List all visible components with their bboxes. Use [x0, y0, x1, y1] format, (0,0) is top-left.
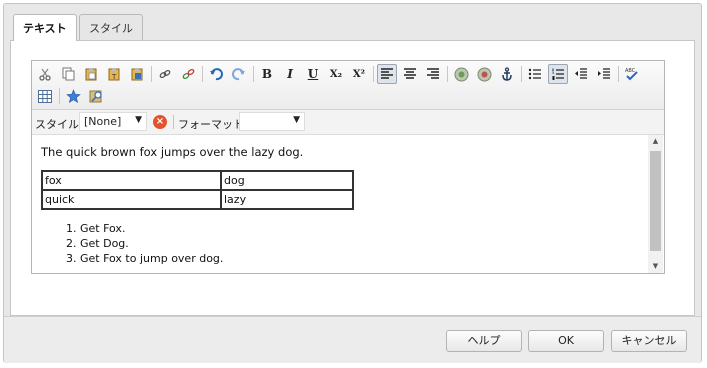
paste-word-icon[interactable]	[127, 64, 147, 84]
list-item: Get Dog.	[80, 236, 638, 251]
link-icon[interactable]	[155, 64, 175, 84]
table-icon[interactable]	[35, 86, 55, 106]
numbered-list-icon[interactable]	[548, 64, 568, 84]
scroll-down-icon[interactable]: ▼	[648, 260, 663, 273]
image-props-icon[interactable]	[474, 64, 494, 84]
toolbar-separator	[447, 66, 448, 82]
toolbar-separator	[373, 66, 374, 82]
svg-text:ABC: ABC	[625, 68, 636, 74]
help-button[interactable]: ヘルプ	[446, 330, 522, 352]
toolbar-row-1: T B I U X₂ X² ABC	[35, 63, 645, 85]
italic-button[interactable]: I	[280, 64, 300, 84]
bold-button[interactable]: B	[257, 64, 277, 84]
outdent-icon[interactable]	[571, 64, 591, 84]
subscript-button[interactable]: X₂	[326, 64, 346, 84]
special-char-icon[interactable]	[63, 86, 83, 106]
paste-text-icon[interactable]: T	[104, 64, 124, 84]
cancel-button[interactable]: キャンセル	[611, 330, 687, 352]
tab-panel: T B I U X₂ X² ABC スタイル [None] ▼ × フォーマット…	[10, 40, 695, 316]
toolbar-separator	[202, 66, 203, 82]
undo-icon[interactable]	[206, 64, 226, 84]
tab-text[interactable]: テキスト	[13, 14, 77, 41]
stylebar-separator	[173, 115, 174, 129]
spellcheck-icon[interactable]: ABC	[622, 64, 642, 84]
editor-content[interactable]: The quick brown fox jumps over the lazy …	[32, 135, 647, 273]
chevron-down-icon: ▼	[293, 115, 300, 125]
table-cell: quick	[41, 189, 222, 210]
rich-text-editor: T B I U X₂ X² ABC スタイル [None] ▼ × フォーマット…	[31, 60, 665, 274]
scroll-up-icon[interactable]: ▲	[648, 135, 663, 148]
cut-icon[interactable]	[35, 64, 55, 84]
redo-icon[interactable]	[229, 64, 249, 84]
copy-icon[interactable]	[58, 64, 78, 84]
image-icon[interactable]	[451, 64, 471, 84]
toolbar-separator	[521, 66, 522, 82]
find-replace-icon[interactable]	[86, 86, 106, 106]
tab-style[interactable]: スタイル	[79, 14, 143, 40]
toolbar-separator	[253, 66, 254, 82]
editor-toolbar: T B I U X₂ X² ABC	[32, 61, 664, 110]
content-ordered-list: Get Fox. Get Dog. Get Fox to jump over d…	[41, 221, 638, 266]
toolbar-separator	[618, 66, 619, 82]
dialog-footer: ヘルプ OK キャンセル	[4, 316, 701, 363]
align-right-icon[interactable]	[423, 64, 443, 84]
scrollbar-thumb[interactable]	[650, 151, 661, 251]
table-cell: fox	[41, 170, 222, 191]
indent-icon[interactable]	[594, 64, 614, 84]
ok-button[interactable]: OK	[528, 330, 604, 352]
style-select-value: [None]	[84, 115, 122, 128]
align-left-icon[interactable]	[377, 64, 397, 84]
bullet-list-icon[interactable]	[525, 64, 545, 84]
align-center-icon[interactable]	[400, 64, 420, 84]
editor-scrollbar[interactable]: ▲ ▼	[648, 135, 663, 273]
style-select[interactable]: [None] ▼	[79, 112, 147, 131]
paste-icon[interactable]	[81, 64, 101, 84]
underline-button[interactable]: U	[303, 64, 323, 84]
chevron-down-icon: ▼	[135, 115, 142, 125]
table-cell: lazy	[220, 189, 354, 210]
rich-text-dialog: テキスト スタイル T B I U X₂ X² ABC スタイル [None] …	[3, 3, 702, 363]
unlink-icon[interactable]	[178, 64, 198, 84]
style-bar: スタイル [None] ▼ × フォーマット ▼	[32, 110, 664, 135]
toolbar-separator	[151, 66, 152, 82]
clear-style-icon[interactable]: ×	[153, 115, 167, 129]
toolbar-row-2	[35, 85, 109, 107]
format-label: フォーマット	[178, 118, 244, 131]
table-row: quick lazy	[41, 189, 354, 210]
table-cell: dog	[220, 170, 354, 191]
anchor-icon[interactable]	[497, 64, 517, 84]
format-select[interactable]: ▼	[239, 112, 305, 131]
toolbar-separator	[59, 88, 60, 104]
style-label: スタイル	[35, 118, 79, 131]
content-table: fox dog quick lazy	[41, 170, 354, 210]
list-item: Get Fox to jump over dog.	[80, 251, 638, 266]
content-paragraph: The quick brown fox jumps over the lazy …	[41, 145, 304, 159]
table-row: fox dog	[41, 170, 354, 191]
list-item: Get Fox.	[80, 221, 638, 236]
svg-text:T: T	[111, 73, 117, 81]
superscript-button[interactable]: X²	[349, 64, 369, 84]
